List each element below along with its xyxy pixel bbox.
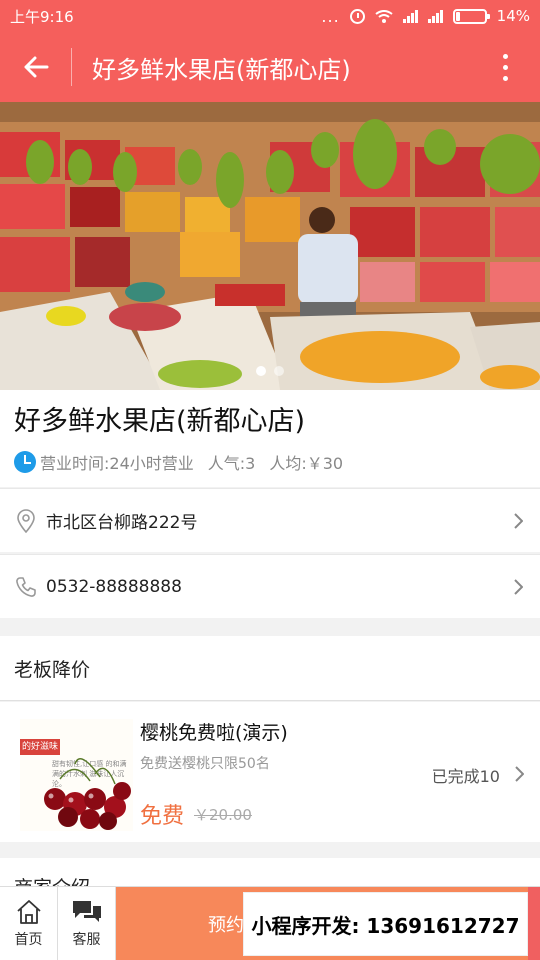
home-icon — [16, 900, 41, 924]
store-info-card: 好多鲜水果店(新都心店) 营业时间:24小时营业 人气:3 人均:￥30 — [0, 390, 540, 487]
chevron-right-icon — [514, 766, 525, 786]
status-bar: 上午9:16 ... 14% — [0, 0, 540, 32]
cherries-image — [44, 758, 131, 830]
chat-icon — [72, 901, 101, 922]
popularity-count: 人气:3 — [207, 454, 256, 473]
store-name: 好多鲜水果店(新都心店) — [14, 406, 306, 437]
promo-section-header: 老板降价 — [0, 636, 540, 701]
more-dot-icon — [502, 75, 508, 81]
back-button[interactable] — [0, 48, 72, 86]
store-meta: 营业时间:24小时营业 人气:3 人均:￥30 — [14, 450, 526, 474]
promo-item[interactable]: 的好滋味 甜有韧性,让口感 的和满满的汁水刺 滋味让人沉沦。 樱桃免费啦(演示)… — [0, 702, 540, 842]
carousel-dot[interactable] — [274, 366, 284, 376]
book-button-label: 预约 — [208, 915, 244, 936]
chevron-right-icon — [510, 578, 526, 595]
battery-icon — [452, 8, 490, 24]
signal-icon — [402, 9, 418, 23]
alarm-clock-icon — [349, 8, 365, 24]
promo-description: 免费送樱桃只限50名 — [140, 756, 270, 772]
business-hours-text: 营业时间:24小时营业 — [40, 454, 194, 473]
tab-customer-service[interactable]: 客服 — [58, 887, 116, 960]
carousel-dot-active[interactable] — [256, 366, 266, 376]
banner-image — [0, 102, 540, 390]
promo-section-title: 老板降价 — [14, 658, 91, 681]
business-hours: 营业时间:24小时营业 — [14, 450, 194, 474]
promo-price: 免费 — [140, 804, 185, 829]
signal-icon-2 — [427, 9, 443, 23]
phone-row[interactable]: 0532-88888888 — [0, 554, 540, 618]
more-dot-icon — [502, 53, 508, 59]
promo-thumbnail: 的好滋味 甜有韧性,让口感 的和满满的汁水刺 滋味让人沉沦。 — [20, 719, 133, 831]
chevron-right-icon — [510, 512, 526, 529]
tab-home[interactable]: 首页 — [0, 887, 58, 960]
nav-bar: 好多鲜水果店(新都心店) — [0, 32, 540, 102]
more-dot-icon — [502, 64, 508, 70]
phone-icon — [14, 575, 38, 599]
tab-customer-service-label: 客服 — [72, 932, 101, 948]
wifi-icon — [375, 9, 393, 23]
promo-original-price: ￥20.00 — [194, 806, 252, 824]
tab-home-label: 首页 — [14, 932, 43, 948]
battery-percent: 14% — [496, 7, 530, 25]
watermark-accent — [528, 887, 540, 960]
bottom-action-bar: 首页 客服 预约 小程序开发: 13691612727 — [0, 886, 540, 960]
back-arrow-icon — [24, 56, 48, 78]
carousel-indicator — [0, 366, 540, 376]
status-icons: ... 14% — [321, 7, 530, 26]
notification-dots-icon: ... — [321, 6, 340, 26]
clock-icon — [14, 451, 36, 473]
average-price: 人均:￥30 — [269, 454, 344, 473]
address-text: 市北区台柳路222号 — [46, 513, 198, 533]
address-row[interactable]: 市北区台柳路222号 — [0, 488, 540, 552]
promo-completed-count: 已完成10 — [431, 767, 500, 786]
watermark-overlay: 小程序开发: 13691612727 — [243, 892, 528, 956]
more-menu-button[interactable] — [470, 53, 540, 81]
status-time: 上午9:16 — [10, 7, 74, 26]
promo-title: 樱桃免费啦(演示) — [140, 722, 288, 744]
store-banner-carousel[interactable] — [0, 102, 540, 390]
page-title: 好多鲜水果店(新都心店) — [92, 55, 351, 84]
location-pin-icon — [14, 508, 38, 533]
phone-text: 0532-88888888 — [46, 576, 182, 597]
